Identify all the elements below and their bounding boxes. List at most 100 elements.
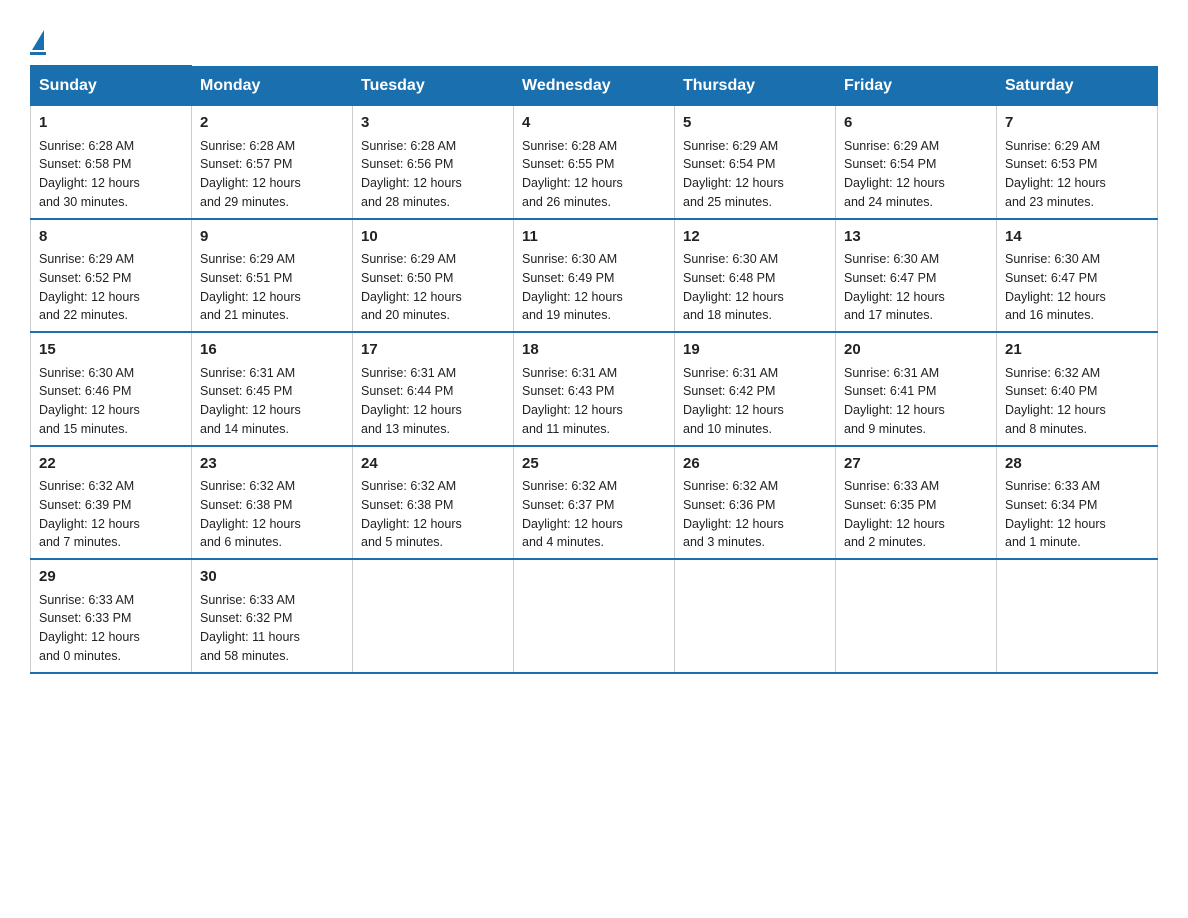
day-info: Sunrise: 6:33 AMSunset: 6:35 PMDaylight:… [844,477,988,552]
day-info: Sunrise: 6:33 AMSunset: 6:32 PMDaylight:… [200,591,344,666]
day-info: Sunrise: 6:31 AMSunset: 6:43 PMDaylight:… [522,364,666,439]
day-info: Sunrise: 6:30 AMSunset: 6:47 PMDaylight:… [844,250,988,325]
calendar-cell: 25Sunrise: 6:32 AMSunset: 6:37 PMDayligh… [514,446,675,560]
day-info: Sunrise: 6:32 AMSunset: 6:38 PMDaylight:… [200,477,344,552]
calendar-cell: 12Sunrise: 6:30 AMSunset: 6:48 PMDayligh… [675,219,836,333]
logo-underline [30,52,46,55]
day-number: 4 [522,112,666,135]
day-number: 22 [39,453,183,476]
calendar-week-row: 29Sunrise: 6:33 AMSunset: 6:33 PMDayligh… [31,559,1158,673]
calendar-header-row: SundayMondayTuesdayWednesdayThursdayFrid… [31,66,1158,106]
day-number: 8 [39,226,183,249]
day-info: Sunrise: 6:32 AMSunset: 6:37 PMDaylight:… [522,477,666,552]
calendar-cell [675,559,836,673]
calendar-header-saturday: Saturday [997,66,1158,106]
day-number: 20 [844,339,988,362]
calendar-cell: 15Sunrise: 6:30 AMSunset: 6:46 PMDayligh… [31,332,192,446]
day-number: 24 [361,453,505,476]
calendar-cell [836,559,997,673]
day-info: Sunrise: 6:33 AMSunset: 6:34 PMDaylight:… [1005,477,1149,552]
day-number: 1 [39,112,183,135]
calendar-cell [514,559,675,673]
day-number: 30 [200,566,344,589]
calendar-cell: 2Sunrise: 6:28 AMSunset: 6:57 PMDaylight… [192,106,353,219]
day-info: Sunrise: 6:29 AMSunset: 6:53 PMDaylight:… [1005,137,1149,212]
calendar-table: SundayMondayTuesdayWednesdayThursdayFrid… [30,65,1158,674]
day-number: 3 [361,112,505,135]
day-number: 12 [683,226,827,249]
day-number: 28 [1005,453,1149,476]
calendar-cell: 21Sunrise: 6:32 AMSunset: 6:40 PMDayligh… [997,332,1158,446]
day-info: Sunrise: 6:29 AMSunset: 6:54 PMDaylight:… [844,137,988,212]
calendar-cell: 28Sunrise: 6:33 AMSunset: 6:34 PMDayligh… [997,446,1158,560]
day-number: 29 [39,566,183,589]
calendar-cell: 8Sunrise: 6:29 AMSunset: 6:52 PMDaylight… [31,219,192,333]
calendar-cell: 10Sunrise: 6:29 AMSunset: 6:50 PMDayligh… [353,219,514,333]
calendar-cell: 19Sunrise: 6:31 AMSunset: 6:42 PMDayligh… [675,332,836,446]
day-number: 15 [39,339,183,362]
calendar-cell: 27Sunrise: 6:33 AMSunset: 6:35 PMDayligh… [836,446,997,560]
day-info: Sunrise: 6:29 AMSunset: 6:50 PMDaylight:… [361,250,505,325]
calendar-cell: 18Sunrise: 6:31 AMSunset: 6:43 PMDayligh… [514,332,675,446]
day-number: 13 [844,226,988,249]
day-number: 10 [361,226,505,249]
calendar-header-sunday: Sunday [31,66,192,106]
day-info: Sunrise: 6:28 AMSunset: 6:57 PMDaylight:… [200,137,344,212]
calendar-header-thursday: Thursday [675,66,836,106]
calendar-cell: 22Sunrise: 6:32 AMSunset: 6:39 PMDayligh… [31,446,192,560]
calendar-week-row: 1Sunrise: 6:28 AMSunset: 6:58 PMDaylight… [31,106,1158,219]
calendar-cell [353,559,514,673]
calendar-week-row: 15Sunrise: 6:30 AMSunset: 6:46 PMDayligh… [31,332,1158,446]
calendar-week-row: 8Sunrise: 6:29 AMSunset: 6:52 PMDaylight… [31,219,1158,333]
calendar-header-monday: Monday [192,66,353,106]
calendar-cell: 4Sunrise: 6:28 AMSunset: 6:55 PMDaylight… [514,106,675,219]
calendar-cell: 6Sunrise: 6:29 AMSunset: 6:54 PMDaylight… [836,106,997,219]
day-number: 27 [844,453,988,476]
day-info: Sunrise: 6:28 AMSunset: 6:55 PMDaylight:… [522,137,666,212]
day-info: Sunrise: 6:31 AMSunset: 6:42 PMDaylight:… [683,364,827,439]
day-number: 5 [683,112,827,135]
calendar-cell: 16Sunrise: 6:31 AMSunset: 6:45 PMDayligh… [192,332,353,446]
day-info: Sunrise: 6:32 AMSunset: 6:40 PMDaylight:… [1005,364,1149,439]
calendar-header-wednesday: Wednesday [514,66,675,106]
day-info: Sunrise: 6:30 AMSunset: 6:46 PMDaylight:… [39,364,183,439]
calendar-cell: 14Sunrise: 6:30 AMSunset: 6:47 PMDayligh… [997,219,1158,333]
calendar-header-tuesday: Tuesday [353,66,514,106]
day-info: Sunrise: 6:33 AMSunset: 6:33 PMDaylight:… [39,591,183,666]
day-number: 7 [1005,112,1149,135]
calendar-cell: 29Sunrise: 6:33 AMSunset: 6:33 PMDayligh… [31,559,192,673]
day-info: Sunrise: 6:29 AMSunset: 6:51 PMDaylight:… [200,250,344,325]
logo-triangle-icon [32,30,44,50]
day-number: 23 [200,453,344,476]
day-info: Sunrise: 6:31 AMSunset: 6:44 PMDaylight:… [361,364,505,439]
calendar-cell: 30Sunrise: 6:33 AMSunset: 6:32 PMDayligh… [192,559,353,673]
day-info: Sunrise: 6:32 AMSunset: 6:38 PMDaylight:… [361,477,505,552]
day-number: 18 [522,339,666,362]
day-info: Sunrise: 6:31 AMSunset: 6:45 PMDaylight:… [200,364,344,439]
day-number: 14 [1005,226,1149,249]
day-info: Sunrise: 6:32 AMSunset: 6:39 PMDaylight:… [39,477,183,552]
calendar-cell: 23Sunrise: 6:32 AMSunset: 6:38 PMDayligh… [192,446,353,560]
calendar-header-friday: Friday [836,66,997,106]
day-number: 19 [683,339,827,362]
calendar-cell [997,559,1158,673]
calendar-cell: 20Sunrise: 6:31 AMSunset: 6:41 PMDayligh… [836,332,997,446]
day-info: Sunrise: 6:32 AMSunset: 6:36 PMDaylight:… [683,477,827,552]
day-number: 21 [1005,339,1149,362]
logo [30,20,46,55]
calendar-cell: 17Sunrise: 6:31 AMSunset: 6:44 PMDayligh… [353,332,514,446]
day-info: Sunrise: 6:28 AMSunset: 6:56 PMDaylight:… [361,137,505,212]
day-info: Sunrise: 6:29 AMSunset: 6:52 PMDaylight:… [39,250,183,325]
calendar-cell: 1Sunrise: 6:28 AMSunset: 6:58 PMDaylight… [31,106,192,219]
calendar-week-row: 22Sunrise: 6:32 AMSunset: 6:39 PMDayligh… [31,446,1158,560]
calendar-cell: 9Sunrise: 6:29 AMSunset: 6:51 PMDaylight… [192,219,353,333]
day-number: 25 [522,453,666,476]
calendar-cell: 3Sunrise: 6:28 AMSunset: 6:56 PMDaylight… [353,106,514,219]
day-info: Sunrise: 6:30 AMSunset: 6:47 PMDaylight:… [1005,250,1149,325]
calendar-cell: 26Sunrise: 6:32 AMSunset: 6:36 PMDayligh… [675,446,836,560]
day-number: 17 [361,339,505,362]
calendar-cell: 24Sunrise: 6:32 AMSunset: 6:38 PMDayligh… [353,446,514,560]
day-info: Sunrise: 6:30 AMSunset: 6:49 PMDaylight:… [522,250,666,325]
calendar-cell: 11Sunrise: 6:30 AMSunset: 6:49 PMDayligh… [514,219,675,333]
day-number: 11 [522,226,666,249]
